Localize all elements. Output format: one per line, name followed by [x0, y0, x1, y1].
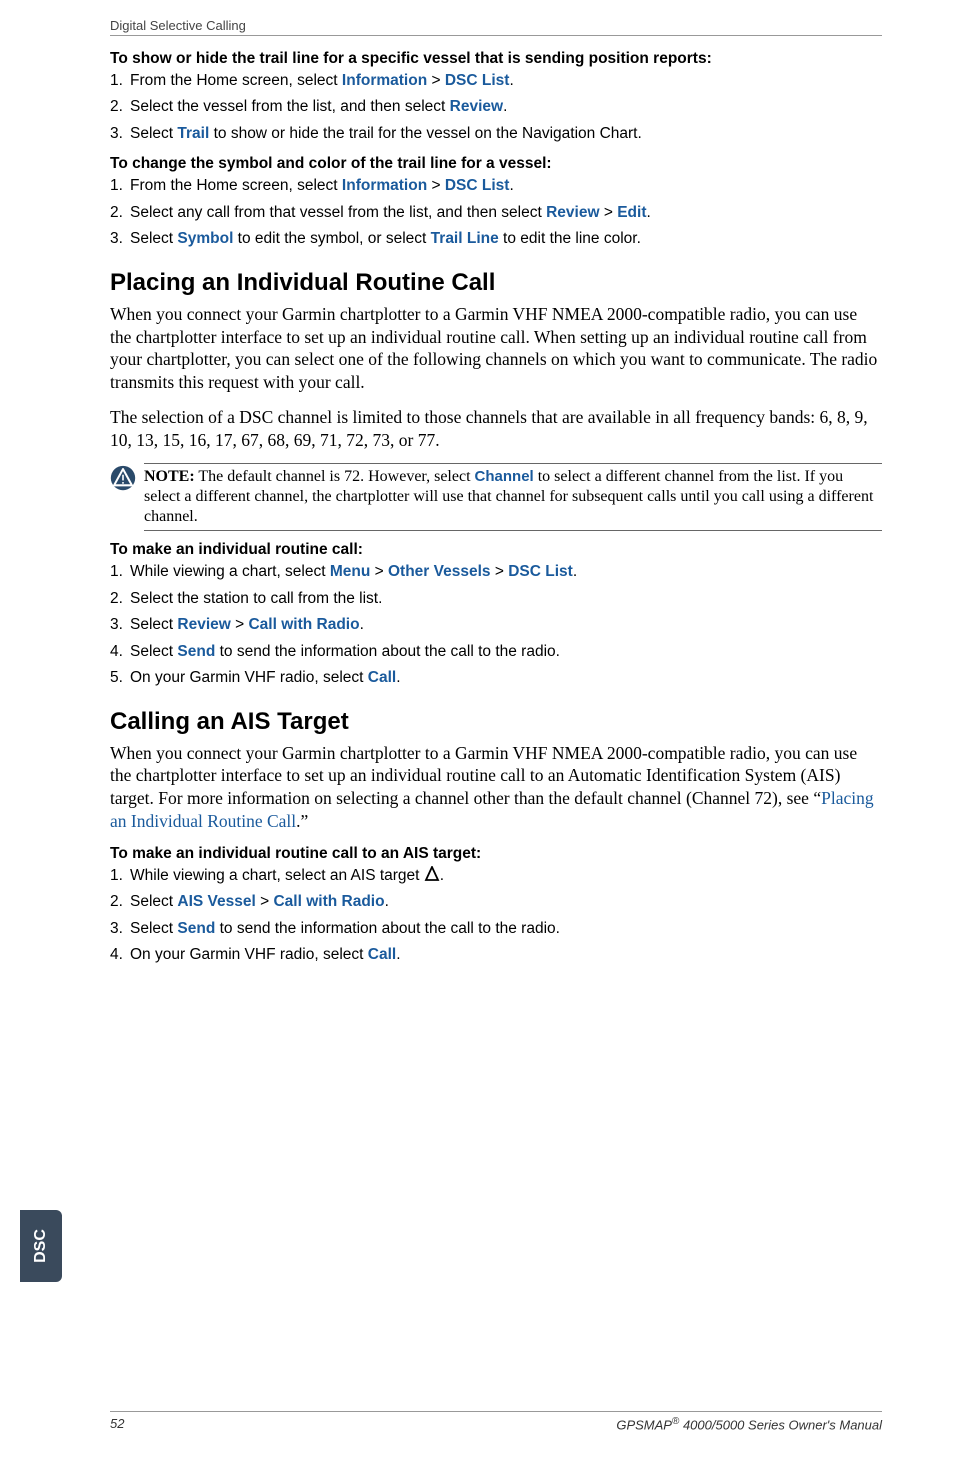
ui-term: Information	[342, 177, 427, 194]
ui-term: Call	[368, 946, 396, 963]
list-item: 1.From the Home screen, select Informati…	[110, 175, 882, 197]
body-paragraph: When you connect your Garmin chartplotte…	[110, 742, 882, 833]
list-item: 4.Select Send to send the information ab…	[110, 641, 882, 663]
ui-term: Call	[368, 669, 396, 686]
ui-term: Review	[177, 616, 230, 633]
ui-term: Information	[342, 72, 427, 89]
list-item: 1.While viewing a chart, select an AIS t…	[110, 865, 882, 887]
list-item: 2.Select any call from that vessel from …	[110, 202, 882, 224]
section-heading: Calling an AIS Target	[110, 708, 882, 736]
ui-term: Call with Radio	[273, 893, 384, 910]
note-text: NOTE: The default channel is 72. However…	[144, 463, 882, 531]
ui-term: Trail Line	[431, 230, 499, 247]
list-item: 2.Select the station to call from the li…	[110, 588, 882, 610]
ui-term: Channel	[475, 468, 534, 485]
instruction-heading: To change the symbol and color of the tr…	[110, 155, 882, 173]
ui-term: Review	[450, 98, 503, 115]
list-item: 3.Select Review > Call with Radio.	[110, 614, 882, 636]
list-item: 2.Select AIS Vessel > Call with Radio.	[110, 891, 882, 913]
ui-term: Call with Radio	[248, 616, 359, 633]
instruction-heading: To make an individual routine call:	[110, 541, 882, 559]
body-paragraph: When you connect your Garmin chartplotte…	[110, 303, 882, 394]
ui-term: Send	[177, 643, 215, 660]
instruction-heading: To show or hide the trail line for a spe…	[110, 50, 882, 68]
page-footer: 52 GPSMAP® 4000/5000 Series Owner's Manu…	[110, 1411, 882, 1432]
list-item: 4.On your Garmin VHF radio, select Call.	[110, 944, 882, 966]
instruction-list: 1.From the Home screen, select Informati…	[110, 175, 882, 250]
ui-term: DSC List	[445, 72, 510, 89]
list-item: 1.While viewing a chart, select Menu > O…	[110, 561, 882, 583]
list-item: 3.Select Send to send the information ab…	[110, 918, 882, 940]
page-number: 52	[110, 1416, 124, 1432]
ui-term: Menu	[330, 563, 370, 580]
ais-target-icon	[424, 866, 440, 882]
ui-term: AIS Vessel	[177, 893, 255, 910]
ui-term: DSC List	[445, 177, 510, 194]
list-item: 3.Select Trail to show or hide the trail…	[110, 123, 882, 145]
running-head: Digital Selective Calling	[110, 0, 882, 36]
note-block: NOTE: The default channel is 72. However…	[110, 463, 882, 531]
ui-term: Edit	[617, 204, 646, 221]
ui-term: Review	[546, 204, 599, 221]
instruction-list: 1.While viewing a chart, select an AIS t…	[110, 865, 882, 967]
instruction-list: 1.While viewing a chart, select Menu > O…	[110, 561, 882, 689]
list-item: 1.From the Home screen, select Informati…	[110, 70, 882, 92]
warning-icon	[110, 465, 136, 491]
list-item: 2.Select the vessel from the list, and t…	[110, 96, 882, 118]
ui-term: Send	[177, 920, 215, 937]
ui-term: Other Vessels	[388, 563, 491, 580]
ui-term: Trail	[177, 125, 209, 142]
list-item: 3.Select Symbol to edit the symbol, or s…	[110, 228, 882, 250]
section-heading: Placing an Individual Routine Call	[110, 269, 882, 297]
manual-title: GPSMAP® 4000/5000 Series Owner's Manual	[616, 1416, 882, 1432]
ui-term: Symbol	[177, 230, 233, 247]
body-paragraph: The selection of a DSC channel is limite…	[110, 406, 882, 452]
instruction-list: 1.From the Home screen, select Informati…	[110, 70, 882, 145]
section-tab: DSC	[20, 1210, 62, 1282]
ui-term: DSC List	[508, 563, 573, 580]
list-item: 5.On your Garmin VHF radio, select Call.	[110, 667, 882, 689]
instruction-heading: To make an individual routine call to an…	[110, 845, 882, 863]
